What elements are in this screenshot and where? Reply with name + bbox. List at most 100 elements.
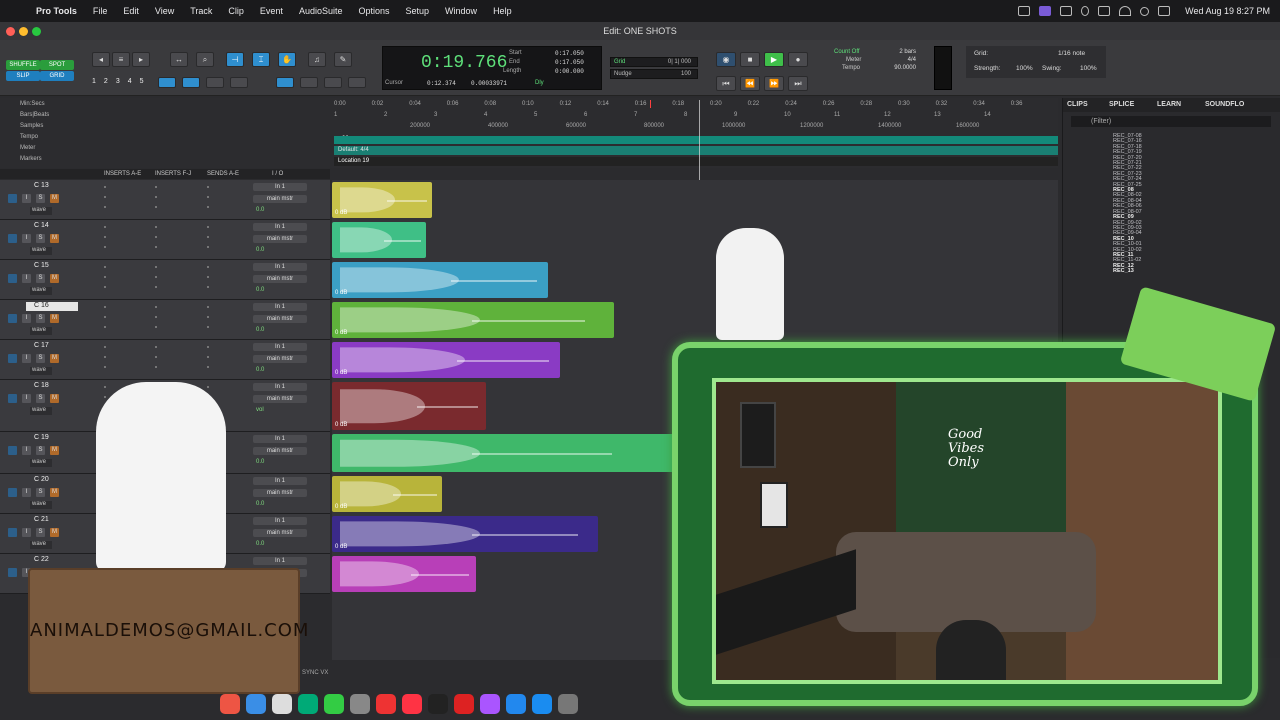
clip-gain[interactable]: 0 dB (335, 330, 347, 336)
mute-button[interactable]: M (50, 354, 59, 363)
zoom-preset-1[interactable]: 1 (92, 78, 96, 85)
insert-slot[interactable] (104, 266, 106, 268)
insert-slot[interactable] (104, 206, 106, 208)
marker-location[interactable]: Location 19 (334, 157, 1058, 166)
track-output[interactable]: main mstr (253, 529, 307, 537)
tab-soundflo[interactable]: SOUNDFLO (1205, 101, 1244, 108)
menu-options[interactable]: Options (350, 6, 397, 16)
track-view-selector[interactable]: wave (30, 207, 52, 215)
track-view-selector[interactable]: wave (30, 327, 52, 335)
insert-slot[interactable] (104, 356, 106, 358)
grid-status-icon[interactable] (1018, 6, 1031, 16)
insert-slot[interactable] (207, 306, 209, 308)
input-monitor-button[interactable]: I (22, 274, 31, 283)
clip-filter-input[interactable]: (Filter) (1071, 116, 1271, 127)
calendar-icon[interactable] (376, 694, 396, 714)
audio-clip[interactable] (332, 434, 682, 472)
track-view-selector[interactable]: wave (30, 367, 52, 375)
insert-slot[interactable] (104, 346, 106, 348)
input-monitor-button[interactable]: I (22, 446, 31, 455)
grid-mode-button[interactable]: GRID (40, 71, 74, 81)
ruler-markers-label[interactable]: Markers (20, 156, 42, 162)
insert-slot[interactable] (207, 326, 209, 328)
insert-slot[interactable] (104, 316, 106, 318)
insert-slot[interactable] (155, 276, 157, 278)
track-input[interactable]: In 1 (253, 477, 307, 485)
track-volume[interactable]: 0.0 (256, 207, 264, 213)
insert-slot[interactable] (207, 276, 209, 278)
track-volume[interactable]: 0.0 (256, 541, 264, 547)
insert-slot[interactable] (104, 236, 106, 238)
audio-clip[interactable] (332, 222, 426, 258)
selector-tool-icon[interactable]: ⌶ (252, 52, 270, 67)
battery-icon[interactable] (1098, 6, 1111, 16)
clip-gain[interactable]: 0 dB (335, 504, 347, 510)
input-monitor-button[interactable]: I (22, 194, 31, 203)
insert-slot[interactable] (155, 236, 157, 238)
audio-clip[interactable]: 0 dB (332, 262, 548, 298)
menu-help[interactable]: Help (485, 6, 520, 16)
insert-slot[interactable] (155, 356, 157, 358)
tab-learn[interactable]: LEARN (1157, 101, 1181, 108)
zoom-preset-4[interactable]: 4 (128, 78, 132, 85)
ruler-tempo-label[interactable]: Tempo (20, 134, 38, 140)
clip-gain[interactable]: 0 dB (335, 422, 347, 428)
main-counter[interactable]: 0:19.766 Start End Length 0:17.050 0:17.… (382, 46, 602, 90)
podcasts-icon[interactable] (480, 694, 500, 714)
insert-slot[interactable] (155, 186, 157, 188)
record-arm-icon[interactable] (8, 568, 17, 577)
insert-slot[interactable] (207, 286, 209, 288)
solo-button[interactable]: S (36, 394, 45, 403)
wifi-icon[interactable] (1119, 6, 1132, 16)
solo-button[interactable]: S (36, 314, 45, 323)
sends-a-e-header[interactable]: SENDS A-E (207, 171, 239, 177)
zoom-vertical-icon[interactable]: ≡ (112, 52, 130, 67)
mute-button[interactable]: M (50, 274, 59, 283)
selection-start[interactable]: 0:17.050 (555, 50, 584, 57)
clip-gain[interactable]: 0 dB (335, 544, 347, 550)
ruler-samples-label[interactable]: Samples (20, 123, 43, 129)
menu-app-name[interactable]: Pro Tools (28, 6, 85, 16)
menu-setup[interactable]: Setup (398, 6, 438, 16)
track-view-selector[interactable]: wave (30, 501, 52, 509)
insert-slot[interactable] (104, 396, 106, 398)
chrome-icon[interactable] (220, 694, 240, 714)
solo-button[interactable]: S (36, 274, 45, 283)
insert-slot[interactable] (207, 206, 209, 208)
track-input[interactable]: In 1 (253, 183, 307, 191)
track-input[interactable]: In 1 (253, 557, 307, 565)
menu-window[interactable]: Window (437, 6, 485, 16)
news-icon[interactable] (454, 694, 474, 714)
pencil-tool-icon[interactable]: ✎ (334, 52, 352, 67)
insert-slot[interactable] (207, 236, 209, 238)
close-window-icon[interactable] (6, 27, 15, 36)
menu-event[interactable]: Event (252, 6, 291, 16)
mute-button[interactable]: M (50, 446, 59, 455)
nudge-value-field[interactable]: Nudge 100 (610, 69, 698, 79)
insert-slot[interactable] (155, 316, 157, 318)
track-name[interactable]: C 16 (26, 302, 78, 311)
insert-slot[interactable] (207, 196, 209, 198)
insert-slot[interactable] (207, 386, 209, 388)
insert-slot[interactable] (155, 306, 157, 308)
menu-edit[interactable]: Edit (115, 6, 147, 16)
input-monitor-button[interactable]: I (22, 234, 31, 243)
menu-clock[interactable]: Wed Aug 19 8:27 PM (1185, 6, 1270, 16)
solo-button[interactable]: S (36, 354, 45, 363)
input-monitor-button[interactable]: I (22, 394, 31, 403)
track-view-selector[interactable]: wave (30, 407, 52, 415)
insert-slot[interactable] (207, 316, 209, 318)
control-center-icon[interactable] (1158, 6, 1171, 16)
track-name[interactable]: C 22 (26, 556, 78, 565)
track-input[interactable]: In 1 (253, 223, 307, 231)
magnify-tool-icon[interactable]: ⌕ (196, 52, 214, 67)
insert-slot[interactable] (207, 346, 209, 348)
meter-value[interactable]: 4/4 (886, 56, 916, 64)
contacts-icon[interactable] (350, 694, 370, 714)
insert-slot[interactable] (104, 366, 106, 368)
trim-tool-icon[interactable]: ⊣ (226, 52, 244, 67)
zoom-in-icon[interactable]: ▸ (132, 52, 150, 67)
record-arm-icon[interactable] (8, 488, 17, 497)
display-icon[interactable] (1060, 6, 1073, 16)
track-output[interactable]: main mstr (253, 489, 307, 497)
